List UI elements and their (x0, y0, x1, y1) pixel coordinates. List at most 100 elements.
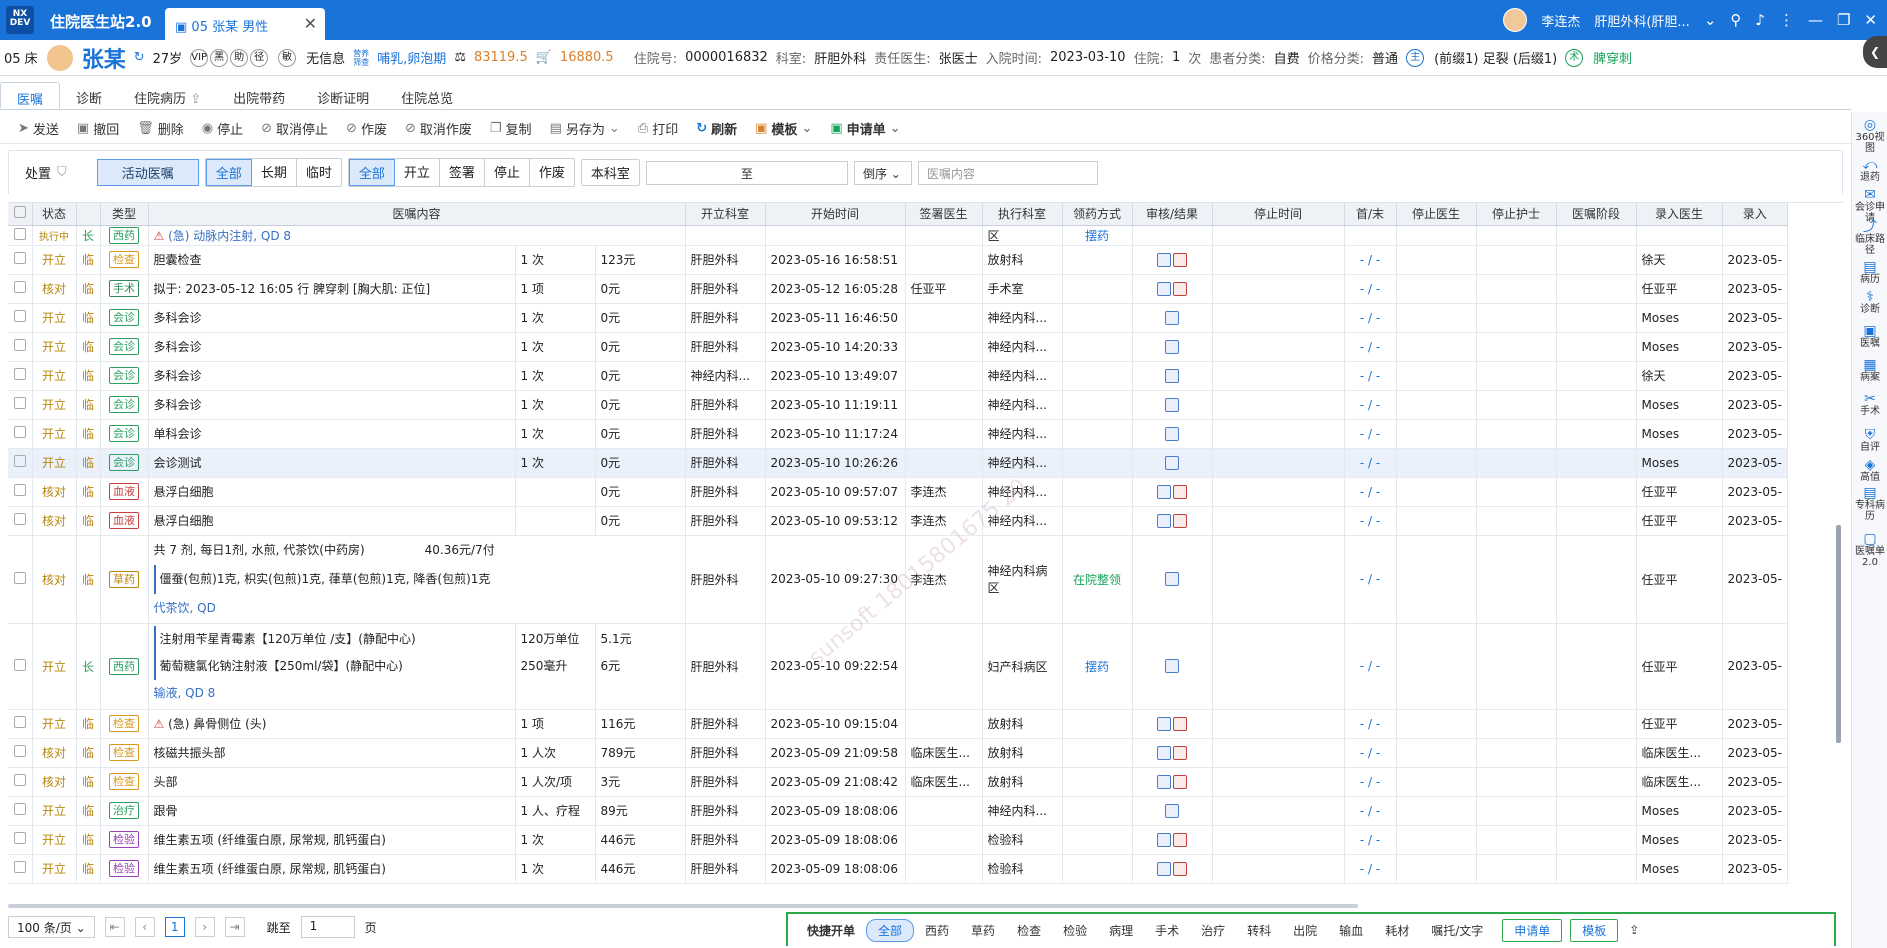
sidebar-item-5[interactable]: ⚕ 诊断 (1852, 290, 1887, 315)
row-checkbox[interactable] (13, 281, 26, 293)
quick-12-button[interactable]: 嘱托/文字 (1420, 920, 1494, 941)
quick-3-button[interactable]: 检查 (1006, 920, 1052, 941)
search-icon[interactable]: ⚲ (1730, 11, 1741, 29)
cancel-stop-button[interactable]: ⊘ 取消停止 (261, 119, 328, 138)
row-checkbox[interactable] (13, 484, 26, 496)
row-checkbox[interactable] (13, 658, 26, 671)
collapse-icon[interactable]: ❮ (1863, 36, 1887, 68)
bell-icon[interactable]: ♪ (1755, 11, 1765, 29)
row-checkbox[interactable] (13, 716, 26, 728)
audit-icon[interactable] (1165, 572, 1179, 587)
row-checkbox[interactable] (13, 571, 26, 584)
close-tab-icon[interactable]: ✕ (304, 14, 317, 33)
row-checkbox[interactable] (13, 832, 26, 844)
page-size-select[interactable]: 100 条/页 ⌄ (8, 916, 95, 938)
patient-tab[interactable]: ▣ 05 张某 男性 ✕ (165, 8, 325, 40)
header-entry[interactable]: 录入医生 (1636, 203, 1723, 226)
pathway-chip[interactable]: 径 (250, 48, 269, 67)
sidebar-item-4[interactable]: ▤ 病历 (1852, 260, 1887, 285)
row-checkbox[interactable] (13, 397, 26, 409)
blacklist-chip[interactable]: 黑 (210, 48, 229, 67)
restore-icon[interactable]: ❐ (1837, 11, 1850, 29)
quick-10-button[interactable]: 输血 (1328, 920, 1374, 941)
quick-6-button[interactable]: 手术 (1144, 920, 1190, 941)
apply-form-button[interactable]: ▣ 申请单 ⌄ (830, 119, 900, 138)
sidebar-item-9[interactable]: ⛨ 自评 (1852, 428, 1887, 453)
header-stage[interactable]: 医嘱阶段 (1556, 203, 1637, 226)
order-search-input[interactable]: 医嘱内容 (917, 160, 1098, 185)
audit-icon[interactable] (1165, 310, 1179, 325)
audit-icon[interactable] (1173, 252, 1187, 267)
main-diagnosis[interactable]: (前缀1) 足裂 (后缀1) (1434, 48, 1557, 67)
table-row-combo[interactable]: 开立长西药 注射用苄星青霉素【120万单位 /支】(静配中心) 葡萄糖氯化钠注射液【… (8, 623, 1788, 710)
table-row[interactable]: 核对临血液 悬浮白细胞 0元 肝胆外科 2023-05-10 09:53:12 李连杰 神经… (8, 506, 1788, 536)
header-drug[interactable]: 领药方式 (1062, 203, 1133, 226)
row-checkbox[interactable] (13, 513, 26, 525)
term-long[interactable]: 长期 (252, 159, 297, 186)
header-sign[interactable]: 签署医生 (905, 203, 983, 226)
quick-apply-button[interactable]: 申请单 (1502, 918, 1563, 942)
table-row[interactable]: 核对临检查 核磁共振头部 1 人次 789元 肝胆外科 2023-05-09 21:09:… (8, 738, 1788, 768)
horizontal-scrollbar[interactable] (8, 904, 1358, 908)
sidebar-item-12[interactable]: ▢ 医嘱单2.0 (1852, 532, 1887, 568)
allergy-chip[interactable]: 敏 (278, 48, 297, 67)
user-name[interactable]: 李连杰 (1541, 11, 1580, 30)
audit-icon[interactable] (1157, 513, 1171, 528)
audit-icon[interactable] (1165, 455, 1179, 470)
audit-icon[interactable] (1165, 426, 1179, 441)
row-checkbox[interactable] (13, 774, 26, 786)
row-checkbox[interactable] (13, 339, 26, 351)
audit-icon[interactable] (1165, 339, 1179, 354)
header-stopnurse[interactable]: 停止护士 (1476, 203, 1557, 226)
avatar[interactable] (1503, 8, 1528, 32)
status-void[interactable]: 作废 (530, 159, 574, 186)
minimize-icon[interactable]: — (1808, 11, 1823, 29)
header-exec[interactable]: 执行科室 (982, 203, 1063, 226)
quick-tpl-button[interactable]: 模板 (1570, 918, 1619, 942)
prev-page-icon[interactable]: ‹ (134, 917, 155, 937)
patient-name[interactable]: 张某 (82, 42, 126, 74)
date-range-input[interactable]: 至 (645, 160, 848, 185)
quick-9-button[interactable]: 出院 (1282, 920, 1328, 941)
cancel-void-button[interactable]: ⊘ 取消作废 (405, 119, 472, 138)
header-audit[interactable]: 审核/结果 (1132, 203, 1213, 226)
next-page-icon[interactable]: › (194, 917, 215, 937)
surgery-tag[interactable]: 脾穿刺 (1593, 48, 1632, 67)
quick-2-button[interactable]: 草药 (960, 920, 1006, 941)
status-stopped[interactable]: 停止 (485, 159, 530, 186)
audit-icon[interactable] (1157, 484, 1171, 499)
quick-8-button[interactable]: 转科 (1236, 920, 1282, 941)
row-checkbox[interactable] (13, 368, 26, 380)
select-all-checkbox[interactable] (13, 206, 26, 219)
term-temp[interactable]: 临时 (297, 159, 341, 186)
stop-button[interactable]: ◉ 停止 (202, 119, 243, 138)
audit-icon[interactable] (1165, 397, 1179, 412)
void-button[interactable]: ⊘ 作废 (346, 119, 387, 138)
table-row[interactable]: 开立临检验 维生素五项 (纤维蛋白原, 尿常规, 肌钙蛋白) 1 次 446元 肝胆外科… (8, 825, 1788, 855)
tab-discharge-meds[interactable]: 出院带药 (217, 82, 301, 109)
sidebar-item-3[interactable]: ⤴ 临床路径 (1852, 220, 1887, 256)
quick-0-button[interactable]: 全部 (866, 918, 915, 942)
table-row[interactable]: 核对临检查 头部 1 人次/项 3元 肝胆外科 2023-05-09 21:08:42 临床… (8, 767, 1788, 797)
sidebar-item-11[interactable]: ▤ 专科病历 (1852, 486, 1887, 522)
print-button[interactable]: ⎙ 打印 (638, 119, 678, 138)
audit-icon[interactable] (1165, 803, 1179, 818)
table-row[interactable]: 开立临治疗 跟骨 1 人、疗程 89元 肝胆外科 2023-05-09 18:08:06 神… (8, 796, 1788, 826)
sidebar-item-0[interactable]: ◎ 360视图 (1852, 118, 1887, 154)
chevron-down-icon[interactable]: ⌄ (1704, 11, 1717, 29)
audit-icon[interactable] (1173, 774, 1187, 789)
template-button[interactable]: ▣ 模板 ⌄ (755, 119, 812, 138)
row-checkbox[interactable] (13, 861, 26, 873)
dept-button[interactable]: 本科室 (582, 160, 639, 185)
vertical-scrollbar[interactable] (1836, 525, 1841, 743)
audit-icon[interactable] (1173, 281, 1187, 296)
table-row[interactable]: 开立临会诊 多科会诊 1 次 0元 肝胆外科 2023-05-10 14:20:33 神经内… (8, 332, 1788, 362)
tab-medical-record[interactable]: 住院病历 ⇪ (118, 82, 217, 109)
table-row-partial[interactable]: 执行中 长 西药 ⚠ (急) 动脉内注射, QD 8 区 摆药 (8, 225, 1788, 246)
order-select[interactable]: 倒序 ⌄ (853, 160, 912, 185)
more-icon[interactable]: ⋮ (1779, 11, 1794, 29)
nutrition-badge[interactable]: 营养 筛查 (353, 49, 369, 67)
audit-icon[interactable] (1157, 832, 1171, 847)
row-checkbox[interactable] (13, 252, 26, 264)
table-row[interactable]: 开立临会诊 会诊测试 1 次 0元 肝胆外科 2023-05-10 10:26:26 神经内… (8, 448, 1788, 478)
